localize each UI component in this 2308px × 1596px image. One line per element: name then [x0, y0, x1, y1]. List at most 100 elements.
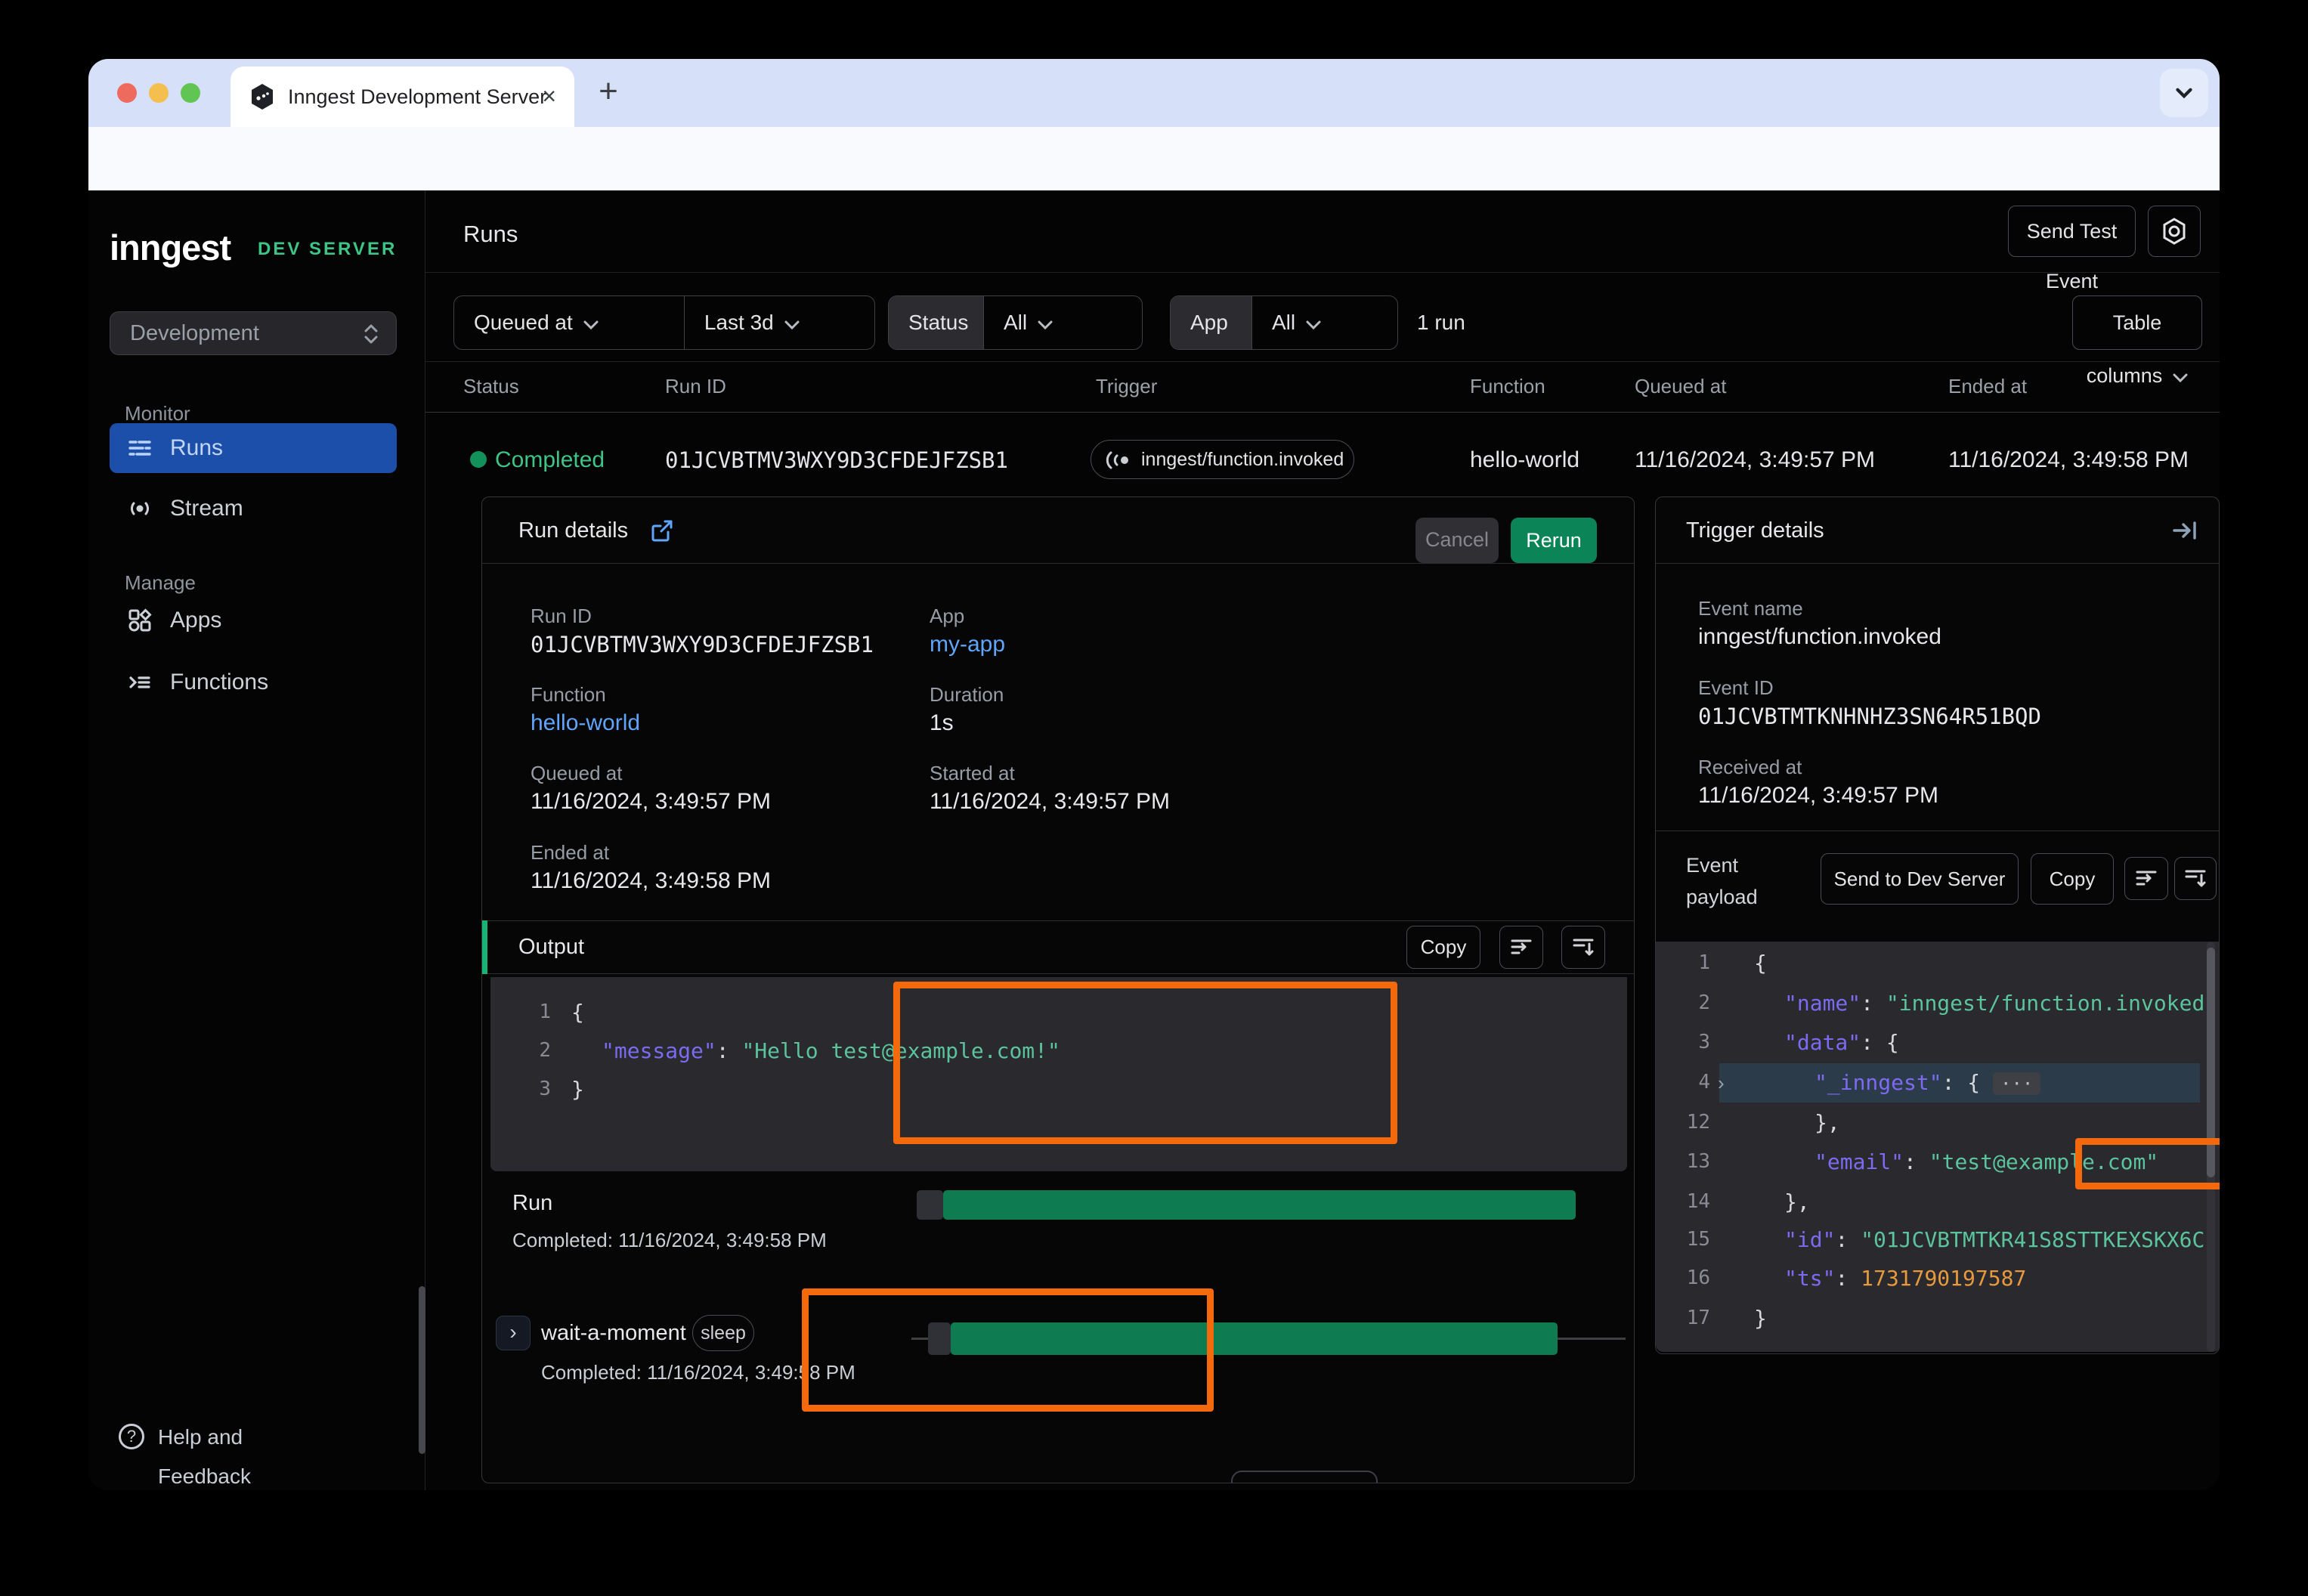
payload-copy-button[interactable]: Copy — [2031, 853, 2114, 905]
content-scrollbar[interactable] — [419, 1286, 425, 1454]
function-label: Function — [531, 683, 606, 707]
event-payload-header: Event payload Send to Dev Server Copy — [1656, 830, 2220, 942]
function-link[interactable]: hello-world — [531, 710, 640, 736]
run-id-value: 01JCVBTMV3WXY9D3CFDEJFZSB1 — [531, 632, 874, 657]
browser-window: Inngest Development Server × + i localho… — [88, 59, 2220, 1490]
trigger-pill-label: inngest/function.invoked — [1141, 441, 1344, 478]
clipped-button[interactable] — [1231, 1471, 1378, 1483]
external-link-icon[interactable] — [650, 518, 674, 543]
status-filter-label: Status — [889, 296, 983, 349]
maximize-window-button[interactable] — [181, 83, 200, 103]
time-field-value: Queued at — [474, 311, 573, 334]
row-queued-at: 11/16/2024, 3:49:57 PM — [1635, 447, 1875, 473]
event-payload-label-1: Event — [1686, 854, 1738, 877]
row-status: Completed — [495, 447, 605, 473]
inngest-app: inngest DEV SERVER Development Monitor R… — [88, 190, 2220, 1490]
timeline-run-completed: Completed: 11/16/2024, 3:49:58 PM — [512, 1229, 827, 1252]
timeline-run-queued-segment — [917, 1190, 943, 1220]
sidebar: inngest DEV SERVER Development Monitor R… — [88, 190, 425, 1490]
send-test-event-button[interactable]: Send Test Event — [2008, 206, 2136, 257]
status-filter[interactable]: Status All — [888, 295, 1143, 350]
settings-gear-button[interactable] — [2148, 206, 2201, 257]
payload-scrollbar-thumb[interactable] — [2207, 948, 2215, 1177]
close-window-button[interactable] — [117, 83, 137, 103]
timeline-run-bar[interactable] — [943, 1190, 1576, 1220]
runs-icon — [128, 436, 152, 460]
trigger-details-header: Trigger details — [1656, 497, 2219, 564]
payload-word-wrap-button[interactable] — [2124, 857, 2168, 900]
app-filter-label: App — [1171, 296, 1251, 349]
page-title: Runs — [463, 221, 518, 248]
trigger-details-title: Trigger details — [1686, 497, 1824, 564]
output-code-block: 1{ 2"message": "Hello test@example.com!"… — [490, 977, 1627, 1171]
timeline-step-queued-segment — [928, 1322, 951, 1355]
step-expand-button[interactable]: › — [496, 1316, 531, 1350]
code-line: 1{ — [1656, 944, 2219, 982]
select-chevrons-icon — [361, 323, 381, 345]
sidebar-item-runs[interactable]: Runs — [110, 423, 397, 473]
code-line: 16"ts": 1731790197587 — [1656, 1259, 2219, 1298]
ended-at-label: Ended at — [531, 841, 609, 865]
stream-icon — [128, 496, 152, 521]
code-line: 3"data": { — [1656, 1023, 2219, 1062]
column-header-run-id: Run ID — [665, 375, 726, 398]
sidebar-item-label: Stream — [170, 484, 243, 534]
run-details-header: Run details Cancel Rerun — [482, 497, 1634, 564]
main-area: Runs Send Test Event Queued at Last 3d S… — [425, 190, 2220, 1490]
sidebar-item-stream[interactable]: Stream — [110, 484, 397, 534]
app-link[interactable]: my-app — [930, 632, 1005, 657]
folded-content-dots[interactable]: ··· — [1993, 1072, 2040, 1095]
started-at-label: Started at — [930, 762, 1015, 785]
step-name: wait-a-moment — [541, 1321, 686, 1346]
word-wrap-button[interactable] — [1499, 926, 1543, 969]
row-function: hello-world — [1470, 447, 1579, 473]
browser-toolbar: i localhost:8288/runs ☆ ⋮ — [88, 127, 2220, 190]
new-tab-button[interactable]: + — [587, 72, 630, 114]
time-field-dropdown[interactable]: Queued at — [454, 296, 684, 349]
inngest-logo: inngest — [110, 227, 230, 268]
fold-chevron-icon[interactable]: › — [1718, 1063, 1725, 1103]
tab-search-button[interactable] — [2160, 69, 2208, 117]
code-line: 12}, — [1656, 1103, 2219, 1142]
send-to-dev-server-button[interactable]: Send to Dev Server — [1821, 853, 2019, 905]
step-kind-badge: sleep — [692, 1315, 754, 1351]
collapse-panel-icon[interactable] — [2171, 517, 2198, 544]
event-name-value: inngest/function.invoked — [1698, 624, 1941, 650]
column-header-ended-at: Ended at — [1948, 375, 2027, 398]
time-range-dropdown[interactable]: Last 3d — [684, 296, 874, 349]
cancel-button[interactable]: Cancel — [1415, 518, 1499, 563]
column-header-trigger: Trigger — [1096, 375, 1157, 398]
code-line: 13"email": "test@example.com" — [1656, 1143, 2219, 1181]
status-filter-dropdown[interactable]: All — [983, 296, 1105, 349]
gear-icon — [2159, 216, 2189, 246]
trigger-details-panel: Trigger details Event name inngest/funct… — [1655, 496, 2220, 1354]
received-at-value: 11/16/2024, 3:49:57 PM — [1698, 783, 1938, 809]
timeline-step-bar[interactable] — [951, 1322, 1558, 1355]
column-header-function: Function — [1470, 375, 1545, 398]
app-filter[interactable]: App All — [1170, 295, 1398, 350]
trigger-pill[interactable]: inngest/function.invoked — [1091, 440, 1354, 479]
sidebar-item-apps[interactable]: Apps — [110, 595, 397, 645]
tab-close-icon[interactable]: × — [542, 66, 556, 127]
time-filter[interactable]: Queued at Last 3d — [453, 295, 875, 350]
app-filter-dropdown[interactable]: All — [1251, 296, 1373, 349]
rerun-button[interactable]: Rerun — [1511, 518, 1597, 563]
expand-output-button[interactable] — [1561, 926, 1605, 969]
output-copy-button[interactable]: Copy — [1406, 926, 1480, 969]
table-columns-button[interactable]: Table columns — [2072, 295, 2202, 350]
status-dot — [470, 451, 487, 468]
column-header-status: Status — [463, 375, 519, 398]
functions-icon — [128, 670, 152, 694]
divider — [425, 272, 2220, 273]
environment-select[interactable]: Development — [110, 311, 397, 355]
sidebar-item-label: Runs — [170, 423, 223, 473]
environment-value: Development — [130, 321, 259, 345]
code-line: 1{ — [490, 993, 1627, 1032]
payload-expand-button[interactable] — [2174, 857, 2217, 900]
monitor-section-label: Monitor — [125, 402, 190, 425]
code-line-folded[interactable]: 4›"_inngest": { ··· — [1656, 1063, 2219, 1102]
received-at-label: Received at — [1698, 756, 1802, 779]
minimize-window-button[interactable] — [149, 83, 169, 103]
browser-tab[interactable]: Inngest Development Server × — [230, 66, 574, 127]
sidebar-item-functions[interactable]: Functions — [110, 657, 397, 707]
